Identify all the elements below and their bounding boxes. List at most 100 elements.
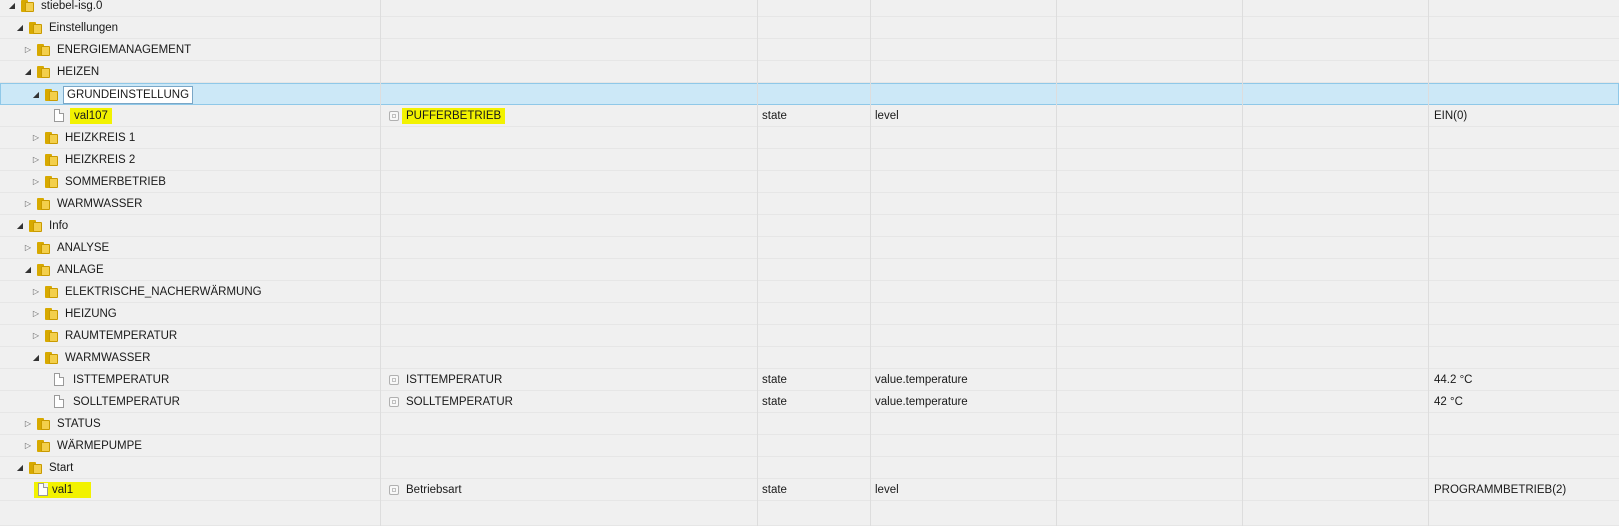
folder-icon xyxy=(37,264,50,276)
triangle-expanded-icon[interactable]: ◢ xyxy=(31,84,41,106)
object-value[interactable]: 42 °C xyxy=(1434,391,1463,413)
tree-row-heizkreis-2[interactable]: ▷ HEIZKREIS 2 xyxy=(0,149,1619,171)
tree-row-label: HEIZEN xyxy=(57,66,100,78)
folder-icon xyxy=(37,44,50,56)
folder-icon xyxy=(37,66,50,78)
object-name: SOLLTEMPERATUR xyxy=(406,396,513,408)
tree-row-start[interactable]: ◢ Start xyxy=(0,457,1619,479)
tree-row-warmwasser-info[interactable]: ◢ WARMWASSER xyxy=(0,347,1619,369)
column-divider[interactable] xyxy=(870,0,871,526)
highlighted-id-text: val1 xyxy=(52,484,74,496)
file-icon xyxy=(54,373,64,386)
object-name: ISTTEMPERATUR xyxy=(406,374,503,386)
tree-row-grundeinstellung[interactable]: ◢ GRUNDEINSTELLUNG xyxy=(0,83,1619,105)
folder-icon xyxy=(37,418,50,430)
tree-row-info[interactable]: ◢ Info xyxy=(0,215,1619,237)
triangle-collapsed-icon[interactable]: ▷ xyxy=(31,127,41,149)
object-type: state xyxy=(762,374,787,386)
folder-icon xyxy=(21,0,34,12)
object-value[interactable]: EIN(0) xyxy=(1434,105,1467,127)
triangle-collapsed-icon[interactable]: ▷ xyxy=(31,171,41,193)
object-type: state xyxy=(762,484,787,496)
tree-row-root[interactable]: ◢ stiebel-isg.0 xyxy=(0,0,1619,17)
column-divider[interactable] xyxy=(757,0,758,526)
tree-row-empty xyxy=(0,501,1619,526)
tree-row-analyse[interactable]: ▷ ANALYSE xyxy=(0,237,1619,259)
triangle-collapsed-icon[interactable]: ▷ xyxy=(23,237,33,259)
tree-row-label: val107 xyxy=(70,105,112,127)
folder-icon xyxy=(45,330,58,342)
triangle-collapsed-icon[interactable]: ▷ xyxy=(31,325,41,347)
tree-row-label: STATUS xyxy=(57,418,101,430)
tree-row-label: HEIZUNG xyxy=(65,308,117,320)
object-name: PUFFERBETRIEB xyxy=(402,105,506,127)
file-icon xyxy=(38,483,48,496)
tree-row-anlage[interactable]: ◢ ANLAGE xyxy=(0,259,1619,281)
tree-row-label: Einstellungen xyxy=(49,22,119,34)
highlighted-name: PUFFERBETRIEB xyxy=(402,108,506,124)
object-role: level xyxy=(875,110,899,122)
triangle-expanded-icon[interactable]: ◢ xyxy=(31,347,41,369)
tree-row-label: stiebel-isg.0 xyxy=(41,0,103,12)
triangle-expanded-icon[interactable]: ◢ xyxy=(23,259,33,281)
tree-row-heizen[interactable]: ◢ HEIZEN xyxy=(0,61,1619,83)
object-value[interactable]: PROGRAMMBETRIEB(2) xyxy=(1434,479,1566,501)
tree-row-label: WÄRMEPUMPE xyxy=(57,440,142,452)
tree-row-elektrische-nacherwaermung[interactable]: ▷ ELEKTRISCHE_NACHERWÄRMUNG xyxy=(0,281,1619,303)
tree-row-label: ANALYSE xyxy=(57,242,110,254)
folder-icon xyxy=(29,220,42,232)
object-role: level xyxy=(875,484,899,496)
tree-row-label: RAUMTEMPERATUR xyxy=(65,330,178,342)
tree-row-label: HEIZKREIS 1 xyxy=(65,132,136,144)
tree-row-label: ENERGIEMANAGEMENT xyxy=(57,44,192,56)
triangle-collapsed-icon[interactable]: ▷ xyxy=(31,281,41,303)
triangle-expanded-icon[interactable]: ◢ xyxy=(7,0,17,17)
folder-icon xyxy=(45,154,58,166)
triangle-collapsed-icon[interactable]: ▷ xyxy=(31,303,41,325)
triangle-expanded-icon[interactable]: ◢ xyxy=(15,17,25,39)
triangle-collapsed-icon[interactable]: ▷ xyxy=(23,413,33,435)
tree-row-label: HEIZKREIS 2 xyxy=(65,154,136,166)
tree-row-val1[interactable]: val1 Betriebsart state level PROGRAMMBET… xyxy=(0,479,1619,501)
object-value[interactable]: 44.2 °C xyxy=(1434,369,1472,391)
tree-row-heizkreis-1[interactable]: ▷ HEIZKREIS 1 xyxy=(0,127,1619,149)
column-divider[interactable] xyxy=(1242,0,1243,526)
folder-icon xyxy=(37,198,50,210)
adapter-logo-icon xyxy=(388,0,402,6)
triangle-expanded-icon[interactable]: ◢ xyxy=(23,61,33,83)
tree-row-label: GRUNDEINSTELLUNG xyxy=(63,86,194,104)
object-type: state xyxy=(762,396,787,408)
column-divider[interactable] xyxy=(1428,0,1429,526)
tree-row-status[interactable]: ▷ STATUS xyxy=(0,413,1619,435)
folder-icon xyxy=(45,89,58,101)
tree-row-label: Start xyxy=(49,462,74,474)
tree-row-label: SOMMERBETRIEB xyxy=(65,176,166,188)
triangle-collapsed-icon[interactable]: ▷ xyxy=(23,193,33,215)
column-divider[interactable] xyxy=(380,0,381,526)
tree-row-label: SOLLTEMPERATUR xyxy=(73,396,180,408)
tree-row-einstellungen[interactable]: ◢ Einstellungen xyxy=(0,17,1619,39)
folder-icon xyxy=(45,308,58,320)
tree-row-isttemperatur[interactable]: ISTTEMPERATUR ISTTEMPERATUR state value.… xyxy=(0,369,1619,391)
tree-row-energiemanagement[interactable]: ▷ ENERGIEMANAGEMENT xyxy=(0,39,1619,61)
tree-row-raumtemperatur[interactable]: ▷ RAUMTEMPERATUR xyxy=(0,325,1619,347)
tree-row-waermepumpe[interactable]: ▷ WÄRMEPUMPE xyxy=(0,435,1619,457)
tree-row-label: ANLAGE xyxy=(57,264,104,276)
triangle-collapsed-icon[interactable]: ▷ xyxy=(23,435,33,457)
triangle-expanded-icon[interactable]: ◢ xyxy=(15,215,25,237)
folder-icon xyxy=(29,462,42,474)
folder-icon xyxy=(45,176,58,188)
object-role: value.temperature xyxy=(875,396,968,408)
tree-row-val107[interactable]: val107 PUFFERBETRIEB state level EIN(0) xyxy=(0,105,1619,127)
triangle-collapsed-icon[interactable]: ▷ xyxy=(31,149,41,171)
state-icon xyxy=(389,111,399,121)
tree-row-label: ISTTEMPERATUR xyxy=(73,374,170,386)
highlighted-id: val1 xyxy=(34,482,92,498)
tree-row-solltemperatur[interactable]: SOLLTEMPERATUR SOLLTEMPERATUR state valu… xyxy=(0,391,1619,413)
triangle-collapsed-icon[interactable]: ▷ xyxy=(23,39,33,61)
tree-row-heizung[interactable]: ▷ HEIZUNG xyxy=(0,303,1619,325)
triangle-expanded-icon[interactable]: ◢ xyxy=(15,457,25,479)
column-divider[interactable] xyxy=(1056,0,1057,526)
tree-row-sommerbetrieb[interactable]: ▷ SOMMERBETRIEB xyxy=(0,171,1619,193)
tree-row-warmwasser[interactable]: ▷ WARMWASSER xyxy=(0,193,1619,215)
